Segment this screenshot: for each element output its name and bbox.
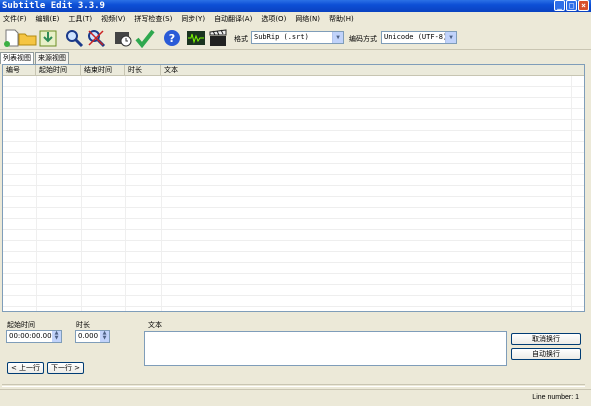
video-clapper-icon[interactable]	[208, 28, 228, 48]
format-label: 格式	[234, 35, 248, 43]
chevron-down-icon[interactable]: ▼	[332, 32, 343, 43]
empty-row	[3, 164, 584, 175]
empty-row	[3, 285, 584, 296]
format-select[interactable]: SubRip (.srt) ▼	[251, 31, 344, 44]
toolbar: ? 格式 SubRip (.srt) ▼ 编码方式 Unicode (UTF-8…	[0, 25, 591, 50]
replace-icon[interactable]	[86, 28, 106, 48]
empty-row	[3, 197, 584, 208]
chevron-down-icon[interactable]: ▼	[445, 32, 456, 43]
encoding-value: Unicode (UTF-8)	[384, 33, 448, 41]
separator	[2, 384, 585, 387]
encoding-label: 编码方式	[349, 35, 377, 43]
empty-row	[3, 263, 584, 274]
column-start-time[interactable]: 起始时间	[36, 65, 81, 75]
status-bar: Line number: 1	[0, 389, 591, 406]
table-body	[3, 76, 584, 311]
empty-row	[3, 186, 584, 197]
empty-row	[3, 109, 584, 120]
text-label: 文本	[148, 321, 162, 329]
menu-edit[interactable]: 编辑(E)	[36, 14, 60, 24]
column-text[interactable]: 文本	[161, 65, 583, 75]
empty-row	[3, 87, 584, 98]
empty-row	[3, 76, 584, 87]
table-header: 编号 起始时间 结束时间 时长 文本	[3, 65, 584, 76]
save-download-icon[interactable]	[38, 28, 58, 48]
tab-list-view[interactable]: 列表视图	[0, 52, 34, 64]
svg-text:?: ?	[169, 32, 175, 45]
empty-row	[3, 241, 584, 252]
menu-options[interactable]: 选项(O)	[261, 14, 286, 24]
empty-row	[3, 274, 584, 285]
window-title: Subtitle Edit 3.3.9	[2, 1, 105, 11]
start-time-label: 起始时间	[7, 321, 35, 329]
menu-network[interactable]: 网络(N)	[295, 14, 320, 24]
empty-row	[3, 98, 584, 109]
help-icon[interactable]: ?	[162, 28, 182, 48]
next-line-button[interactable]: 下一行 >	[47, 362, 84, 374]
column-end-time[interactable]: 结束时间	[81, 65, 125, 75]
menu-sync[interactable]: 同步(Y)	[181, 14, 205, 24]
duration-label: 时长	[76, 321, 90, 329]
column-number[interactable]: 编号	[3, 65, 36, 75]
empty-row	[3, 230, 584, 241]
empty-row	[3, 153, 584, 164]
previous-line-button[interactable]: < 上一行	[7, 362, 44, 374]
menu-file[interactable]: 文件(F)	[3, 14, 27, 24]
format-value: SubRip (.srt)	[254, 33, 309, 41]
empty-row	[3, 120, 584, 131]
maximize-button[interactable]: □	[566, 0, 577, 11]
menu-autotranslate[interactable]: 自动翻译(A)	[214, 14, 252, 24]
empty-row	[3, 296, 584, 307]
menu-help[interactable]: 帮助(H)	[329, 14, 354, 24]
menu-tools[interactable]: 工具(T)	[68, 14, 92, 24]
auto-break-button[interactable]: 自动换行	[511, 348, 581, 360]
subtitle-table[interactable]: 编号 起始时间 结束时间 时长 文本	[2, 64, 585, 312]
empty-row	[3, 175, 584, 186]
minimize-button[interactable]: _	[554, 0, 565, 11]
window-controls: _ □ ×	[554, 0, 589, 11]
spell-check-icon[interactable]	[135, 28, 155, 48]
visual-sync-icon[interactable]	[113, 28, 133, 48]
empty-row	[3, 131, 584, 142]
duration-input[interactable]: 0.000 ▲ ▼	[75, 330, 110, 343]
encoding-select[interactable]: Unicode (UTF-8) ▼	[381, 31, 457, 44]
empty-row	[3, 252, 584, 263]
column-duration[interactable]: 时长	[125, 65, 161, 75]
menu-video[interactable]: 视频(V)	[101, 14, 125, 24]
title-bar: Subtitle Edit 3.3.9 _ □ ×	[0, 0, 591, 12]
spinner-updown-icon[interactable]: ▲ ▼	[52, 331, 61, 342]
menu-bar: 文件(F) 编辑(E) 工具(T) 视频(V) 拼写检查(S) 同步(Y) 自动…	[0, 12, 591, 25]
tab-source-view[interactable]: 来源视图	[35, 52, 69, 64]
close-button[interactable]: ×	[578, 0, 589, 11]
view-tabs: 列表视图 来源视图	[0, 52, 70, 64]
open-folder-icon[interactable]	[18, 28, 38, 48]
line-number-status: Line number: 1	[532, 394, 579, 401]
waveform-icon[interactable]	[186, 28, 206, 48]
empty-row	[3, 208, 584, 219]
spinner-updown-icon[interactable]: ▲ ▼	[100, 331, 109, 342]
empty-row	[3, 219, 584, 230]
duration-value: 0.000	[78, 332, 99, 340]
empty-row	[3, 142, 584, 153]
unbreak-lines-button[interactable]: 取消换行	[511, 333, 581, 345]
start-time-value: 00:00:00.000	[9, 332, 57, 340]
start-time-input[interactable]: 00:00:00.000 ▲ ▼	[6, 330, 62, 343]
menu-spellcheck[interactable]: 拼写检查(S)	[134, 14, 172, 24]
subtitle-text-area[interactable]	[144, 331, 507, 366]
find-icon[interactable]	[64, 28, 84, 48]
